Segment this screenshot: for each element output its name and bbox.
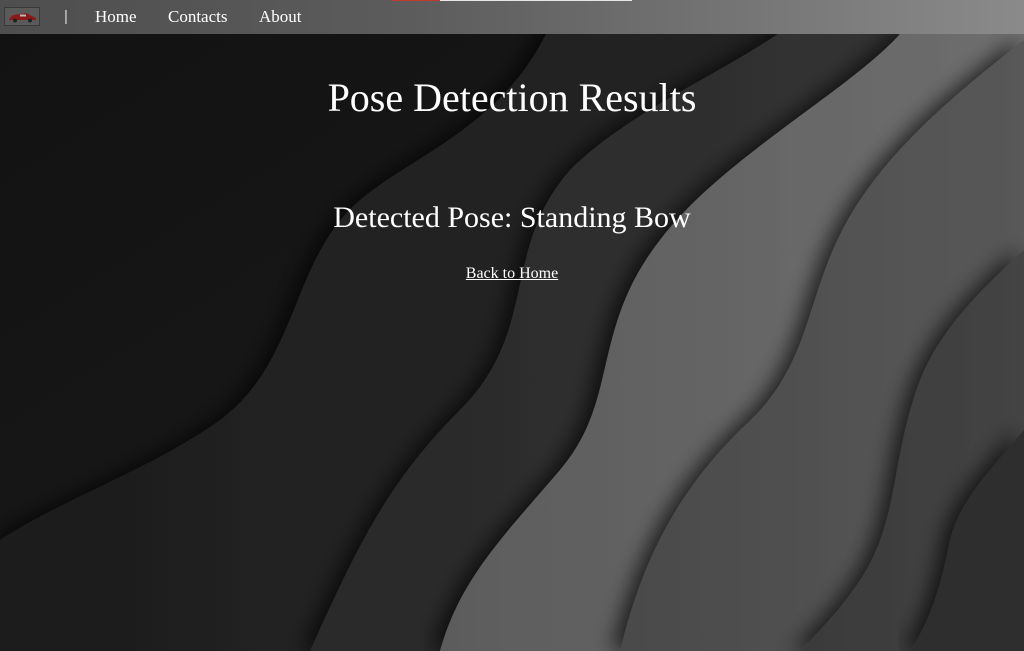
back-link-container: Back to Home <box>0 264 1024 284</box>
nav-accent-line <box>392 0 632 1</box>
nav-contacts-link[interactable]: Contacts <box>168 7 228 27</box>
detected-pose-text: Detected Pose: Standing Bow <box>333 201 691 234</box>
top-navbar: | Home Contacts About <box>0 0 1024 34</box>
nav-divider: | <box>64 8 68 25</box>
page-title: Pose Detection Results <box>327 75 697 120</box>
back-to-home-link[interactable]: Back to Home <box>466 265 558 282</box>
nav-about-link[interactable]: About <box>259 7 302 27</box>
page: | Home Contacts About Pose Detection Res… <box>0 0 1024 651</box>
car-logo-icon[interactable] <box>4 7 40 26</box>
nav-home-link[interactable]: Home <box>95 7 137 27</box>
